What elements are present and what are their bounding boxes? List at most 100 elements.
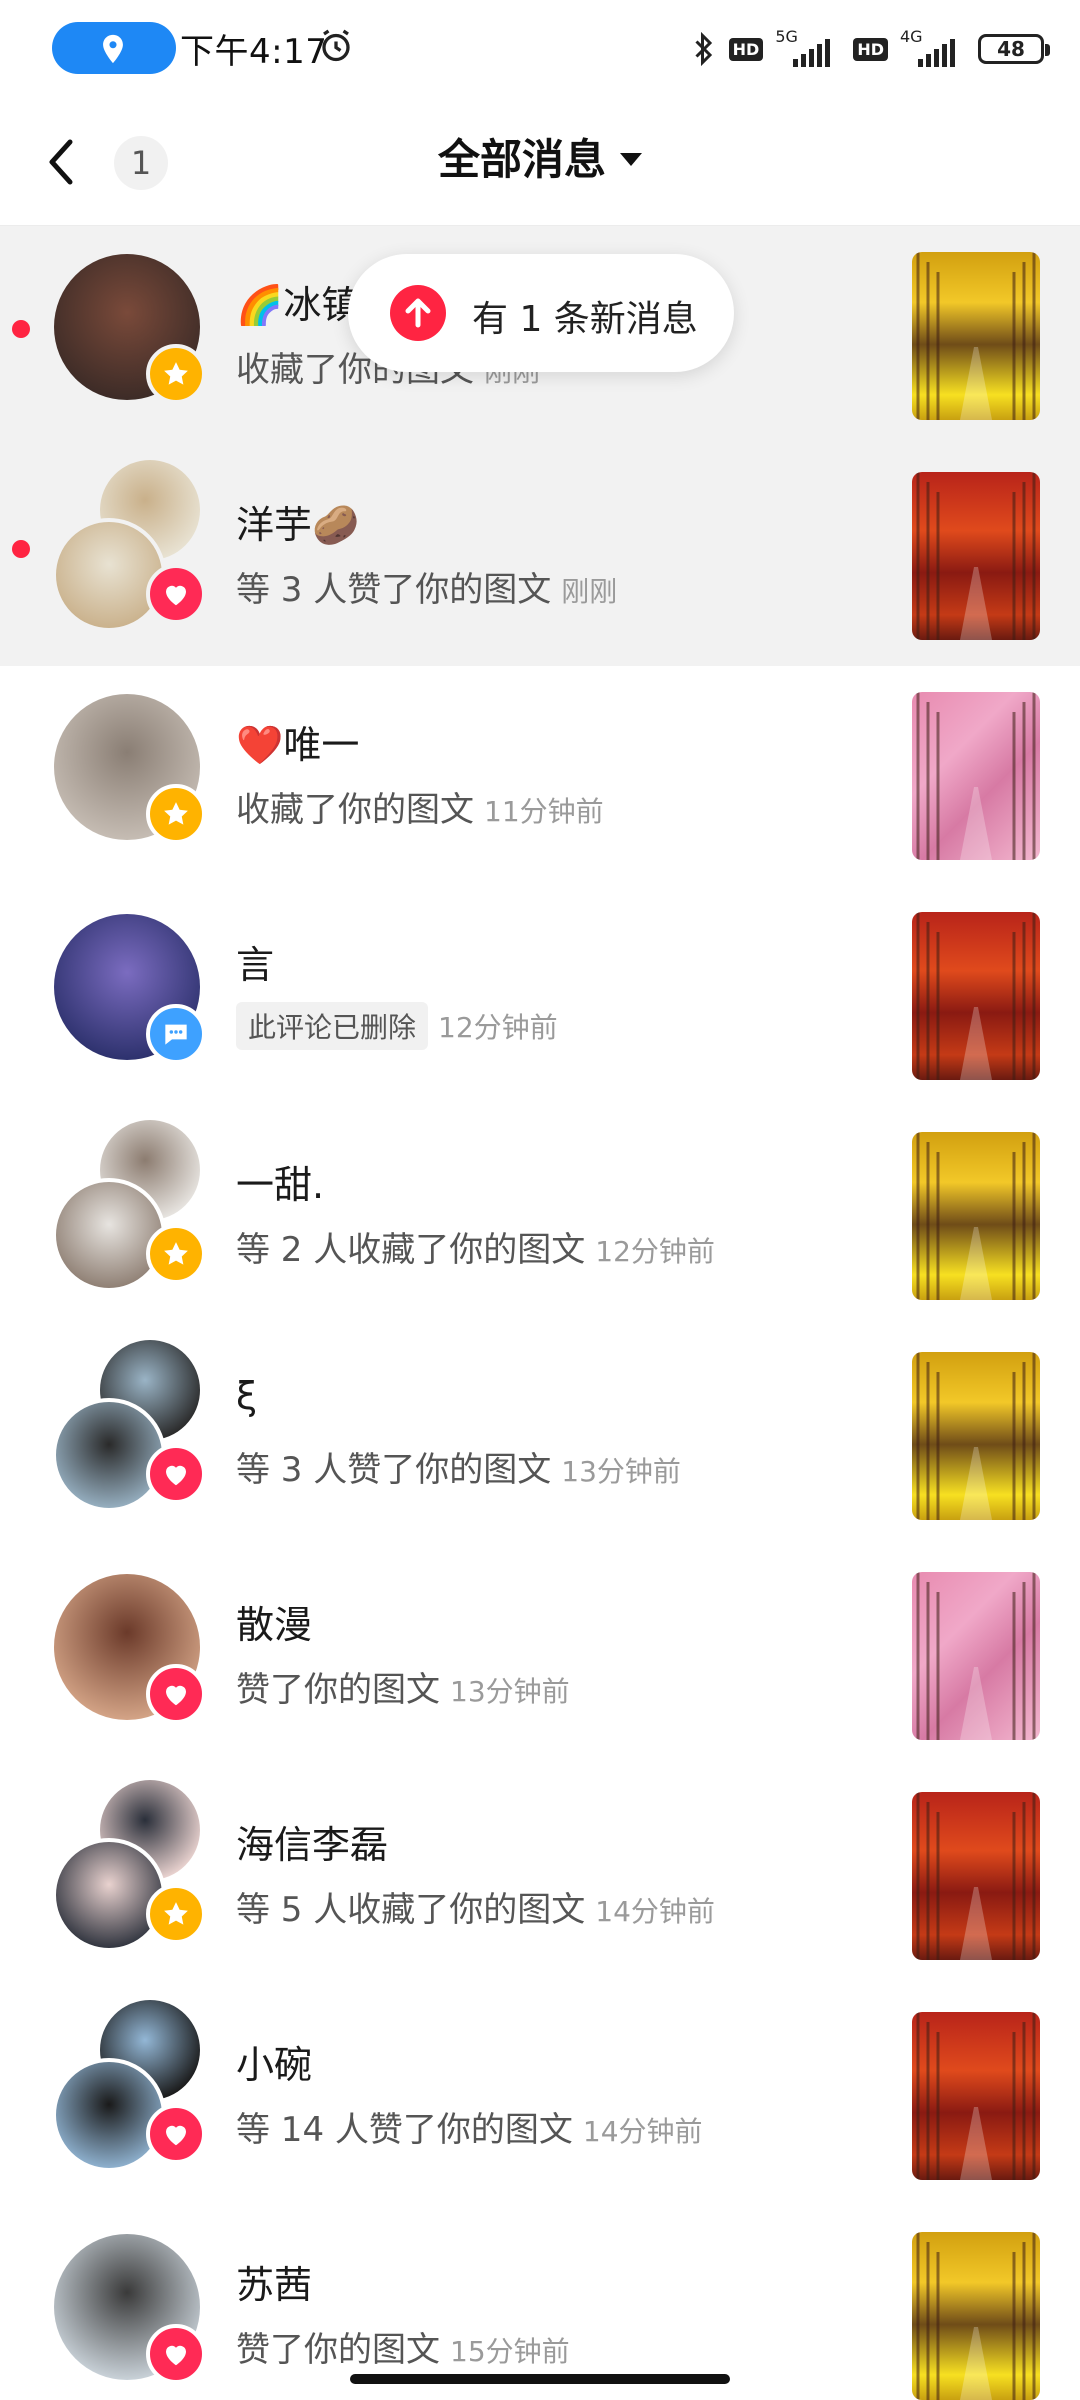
action-text: 赞了你的图文 — [236, 1670, 440, 1710]
tree-lane-image — [916, 1572, 1036, 1740]
toast-text: 有 1 条新消息 — [472, 299, 698, 340]
action-text: 等 5 人收藏了你的图文 — [236, 1890, 586, 1930]
heart-icon — [146, 2324, 206, 2384]
avatar[interactable] — [52, 1838, 166, 1952]
sender-name[interactable]: ❤️唯一 — [236, 714, 359, 769]
timestamp: 13分钟前 — [450, 1675, 570, 1708]
hd-badge: HD — [728, 37, 764, 61]
post-thumbnail[interactable] — [912, 692, 1040, 860]
tree-lane-image — [916, 912, 1036, 1080]
message-description: 收藏了你的图文 11分钟前 — [236, 782, 604, 831]
tree-lane-image — [916, 1132, 1036, 1300]
post-thumbnail[interactable] — [912, 2232, 1040, 2400]
sender-name[interactable]: 海信李磊 — [236, 1814, 388, 1869]
tree-lane-image — [916, 472, 1036, 640]
message-list: 🌈冰镇收藏了你的图文刚刚洋芋🥔等 3 人赞了你的图文刚刚❤️唯一收藏了你的图文1… — [0, 226, 1080, 2400]
message-row[interactable]: 洋芋🥔 等 3 人赞了你的图文 刚刚 — [0, 446, 1080, 666]
tree-lane-image — [916, 1792, 1036, 1960]
star-icon — [146, 344, 206, 404]
post-thumbnail[interactable] — [912, 1792, 1040, 1960]
timestamp: 刚刚 — [561, 575, 618, 608]
action-text: 赞了你的图文 — [236, 2330, 440, 2370]
signal-5g: 5G — [775, 27, 841, 69]
bluetooth-icon — [695, 31, 712, 67]
sender-name[interactable]: 洋芋🥔 — [236, 494, 359, 549]
location-pin-icon — [103, 34, 123, 64]
sender-name[interactable]: 小碗 — [236, 2034, 312, 2089]
post-thumbnail[interactable] — [912, 472, 1040, 640]
message-description: 等 3 人赞了你的图文 刚刚 — [236, 562, 617, 611]
title-dropdown[interactable]: 全部消息 — [0, 126, 1080, 187]
action-text: 等 3 人赞了你的图文 — [236, 570, 552, 610]
timestamp: 12分钟前 — [438, 1011, 558, 1044]
avatar[interactable] — [52, 518, 166, 632]
hd-badge-2: HD — [853, 37, 888, 61]
message-description: 赞了你的图文 13分钟前 — [236, 1662, 570, 1711]
star-icon — [146, 1884, 206, 1944]
message-row[interactable]: ❤️唯一收藏了你的图文 11分钟前 — [0, 666, 1080, 886]
message-row[interactable]: 海信李磊等 5 人收藏了你的图文 14分钟前 — [0, 1766, 1080, 1986]
tree-lane-image — [916, 692, 1036, 860]
message-row[interactable]: 言此评论已删除 12分钟前 — [0, 886, 1080, 1106]
avatar[interactable] — [52, 2058, 166, 2172]
message-description: 此评论已删除 12分钟前 — [236, 1002, 558, 1050]
location-indicator[interactable] — [52, 22, 176, 74]
avatar[interactable] — [52, 1398, 166, 1512]
message-row[interactable]: 一甜. 等 2 人收藏了你的图文 12分钟前 — [0, 1106, 1080, 1326]
sender-name[interactable]: 散漫 — [236, 1594, 312, 1649]
caret-down-icon — [620, 153, 642, 166]
battery-indicator: 48 — [978, 34, 1050, 64]
timestamp: 13分钟前 — [561, 1455, 681, 1488]
post-thumbnail[interactable] — [912, 252, 1040, 420]
sender-name[interactable]: 苏茜 — [236, 2254, 312, 2309]
message-description: 等 3 人赞了你的图文 13分钟前 — [236, 1442, 681, 1491]
unread-dot — [12, 320, 30, 338]
heart-icon — [146, 1664, 206, 1724]
heart-icon — [146, 1444, 206, 1504]
status-bar: 下午4:17 HD 5G HD 4G 48 — [0, 0, 1080, 100]
post-thumbnail[interactable] — [912, 912, 1040, 1080]
sender-name[interactable]: 一甜. — [236, 1154, 324, 1209]
message-description: 等 14 人赞了你的图文 14分钟前 — [236, 2102, 703, 2151]
sender-name[interactable]: ξ — [236, 1374, 257, 1418]
tree-lane-image — [916, 1352, 1036, 1520]
message-row[interactable]: 小碗等 14 人赞了你的图文 14分钟前 — [0, 1986, 1080, 2206]
sender-name[interactable]: 🌈冰镇 — [236, 274, 359, 329]
timestamp: 14分钟前 — [582, 2115, 703, 2148]
tree-lane-image — [916, 2232, 1036, 2400]
action-text: 等 2 人收藏了你的图文 — [236, 1230, 586, 1270]
star-icon — [146, 1224, 206, 1284]
deleted-comment-tag: 此评论已删除 — [236, 1002, 429, 1050]
sender-name[interactable]: 言 — [236, 934, 274, 989]
post-thumbnail[interactable] — [912, 1572, 1040, 1740]
timestamp: 15分钟前 — [450, 2335, 570, 2368]
message-row[interactable]: 散漫赞了你的图文 13分钟前 — [0, 1546, 1080, 1766]
timestamp: 11分钟前 — [484, 795, 604, 828]
new-message-toast[interactable]: 有 1 条新消息 — [348, 254, 734, 372]
message-row[interactable]: 苏茜赞了你的图文 15分钟前 — [0, 2206, 1080, 2400]
arrow-up-icon — [390, 285, 446, 341]
post-thumbnail[interactable] — [912, 1352, 1040, 1520]
avatar[interactable] — [52, 1178, 166, 1292]
signal-bars-icon-2 — [918, 39, 955, 67]
signal-bars-icon — [793, 39, 831, 67]
post-thumbnail[interactable] — [912, 1132, 1040, 1300]
unread-dot — [12, 540, 30, 558]
top-nav-bar: 1 全部消息 — [0, 100, 1080, 226]
action-text: 等 3 人赞了你的图文 — [236, 1450, 552, 1490]
action-text: 等 14 人赞了你的图文 — [236, 2110, 573, 2150]
action-text: 收藏了你的图文 — [236, 790, 474, 830]
star-icon — [146, 784, 206, 844]
heart-icon — [146, 564, 206, 624]
page-title: 全部消息 — [437, 135, 606, 184]
message-description: 等 5 人收藏了你的图文 14分钟前 — [236, 1882, 715, 1931]
heart-icon — [146, 2104, 206, 2164]
home-indicator[interactable] — [350, 2374, 730, 2384]
tree-lane-image — [916, 2012, 1036, 2180]
message-description: 赞了你的图文 15分钟前 — [236, 2322, 570, 2371]
status-time: 下午4:17 — [180, 32, 328, 72]
post-thumbnail[interactable] — [912, 2012, 1040, 2180]
message-row[interactable]: ξ 等 3 人赞了你的图文 13分钟前 — [0, 1326, 1080, 1546]
tree-lane-image — [916, 252, 1036, 420]
message-description: 等 2 人收藏了你的图文 12分钟前 — [236, 1222, 715, 1271]
